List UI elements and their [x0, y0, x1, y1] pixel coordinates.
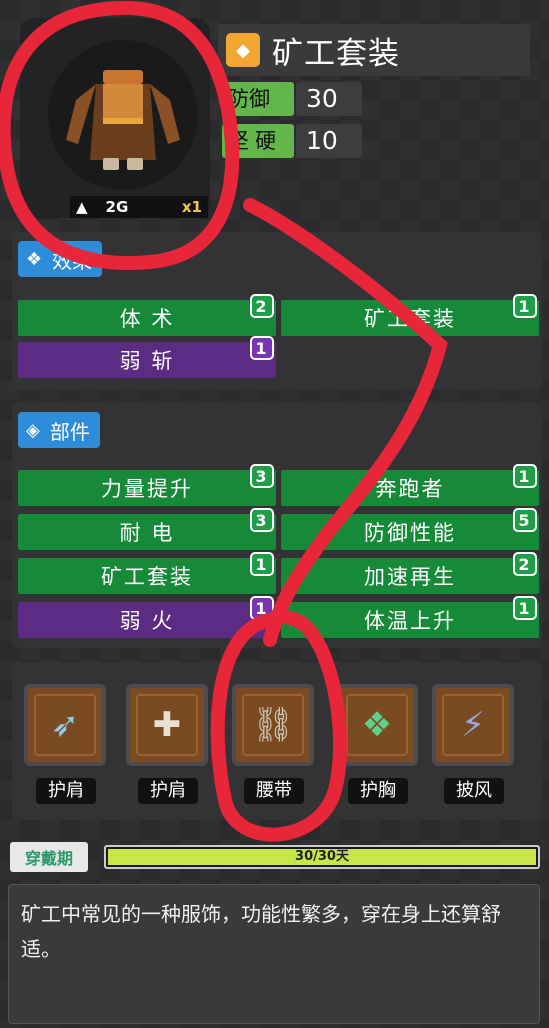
- armor-icon: [66, 70, 180, 170]
- part-chip[interactable]: 奔跑者 1: [281, 464, 539, 506]
- part-chip[interactable]: 矿工套装 1: [18, 552, 276, 594]
- item-card: ▲ 2G x1: [20, 18, 210, 218]
- effect-chip[interactable]: 弱 斩 1: [18, 336, 276, 378]
- chip-count-badge: 3: [250, 464, 274, 488]
- diamond-icon: ◈: [26, 419, 40, 441]
- chip-count-badge: 5: [513, 508, 537, 532]
- effect-chip[interactable]: 矿工套装 1: [281, 294, 539, 336]
- item-portrait: [48, 40, 198, 190]
- item-weight: 2G: [105, 198, 129, 216]
- chip-label: 矿工套装: [101, 565, 193, 589]
- item-count: x1: [181, 198, 202, 216]
- stat-hardness: 坚硬 10: [222, 124, 362, 158]
- chip-label: 弱 火: [119, 609, 175, 633]
- chip-count-badge: 1: [250, 596, 274, 620]
- chip-label: 力量提升: [101, 477, 193, 501]
- parts-title: 部件: [49, 419, 90, 444]
- belt-icon: ⛓: [251, 705, 295, 745]
- chip-count-badge: 2: [513, 552, 537, 576]
- slot-belt[interactable]: ⛓: [232, 684, 314, 766]
- chest-guard-icon: ❖: [361, 705, 393, 745]
- slot-label: 护肩: [138, 778, 198, 804]
- chip-count-badge: 1: [250, 336, 274, 360]
- chip-count-badge: 1: [513, 464, 537, 488]
- chip-count-badge: 1: [513, 294, 537, 318]
- shoulder-guard-icon: ➶: [50, 705, 80, 745]
- item-meta-bar: ▲ 2G x1: [70, 196, 208, 218]
- effects-tab: ❖ 效果: [18, 241, 103, 277]
- duration-text: 30/30天: [295, 849, 349, 864]
- duration-label: 穿戴期: [10, 842, 88, 872]
- shoulder-add-icon: ✚: [152, 705, 182, 745]
- slot-label: 披风: [444, 778, 504, 804]
- weight-icon: ▲: [76, 198, 88, 216]
- chip-label: 矿工套装: [364, 307, 456, 331]
- chip-label: 防御性能: [364, 521, 456, 545]
- parts-tab: ◈ 部件: [18, 412, 100, 448]
- chip-label: 加速再生: [364, 565, 456, 589]
- stat-value: 30: [296, 82, 362, 116]
- armor-category-icon: ◆: [226, 33, 260, 67]
- stat-defense: 防御力 30: [222, 82, 362, 145]
- chip-count-badge: 2: [250, 294, 274, 318]
- part-chip[interactable]: 加速再生 2: [281, 552, 539, 594]
- chip-count-badge: 1: [513, 596, 537, 620]
- slot-chest[interactable]: ❖: [336, 684, 418, 766]
- stat-label: 防御力: [222, 82, 294, 145]
- leaf-icon: ❖: [26, 248, 43, 270]
- slot-label: 护肩: [36, 778, 96, 804]
- slot-label: 护胸: [348, 778, 408, 804]
- chip-label: 弱 斩: [119, 349, 175, 373]
- chip-label: 奔跑者: [375, 477, 445, 501]
- effects-title: 效果: [52, 248, 93, 273]
- item-title-row: ◆ 矿工套装: [218, 24, 530, 76]
- part-chip[interactable]: 耐 电 3: [18, 508, 276, 550]
- slot-label: 腰带: [244, 778, 304, 804]
- slot-shoulder-1[interactable]: ➶: [24, 684, 106, 766]
- effect-chip[interactable]: 体 术 2: [18, 294, 276, 336]
- stat-value: 10: [296, 124, 362, 158]
- item-description: 矿工中常见的一种服饰，功能性繁多，穿在身上还算舒适。: [8, 884, 540, 1024]
- item-title: 矿工套装: [272, 35, 400, 72]
- slot-shoulder-2[interactable]: ✚: [126, 684, 208, 766]
- stat-label: 坚硬: [222, 124, 294, 158]
- duration-bar: 30/30天: [104, 845, 540, 869]
- part-chip[interactable]: 防御性能 5: [281, 508, 539, 550]
- part-chip[interactable]: 体温上升 1: [281, 596, 539, 638]
- slot-cape[interactable]: ⚡: [432, 684, 514, 766]
- chip-label: 体 术: [119, 307, 175, 331]
- chip-label: 耐 电: [119, 521, 175, 545]
- chip-count-badge: 3: [250, 508, 274, 532]
- part-chip[interactable]: 力量提升 3: [18, 464, 276, 506]
- chip-count-badge: 1: [250, 552, 274, 576]
- chip-label: 体温上升: [364, 609, 456, 633]
- cape-icon: ⚡: [461, 705, 485, 745]
- part-chip[interactable]: 弱 火 1: [18, 596, 276, 638]
